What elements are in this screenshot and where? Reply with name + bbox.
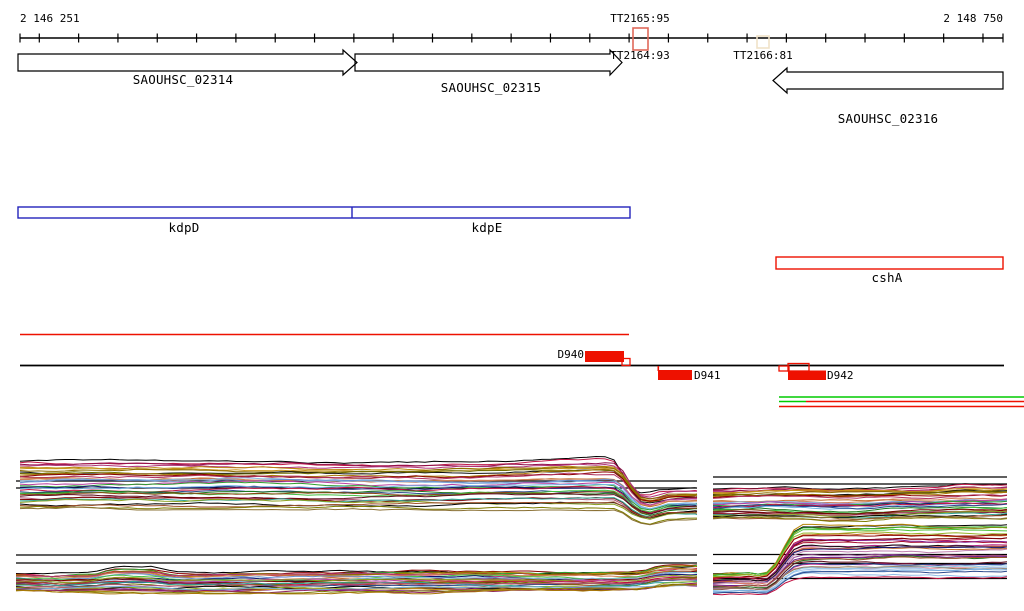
tss-marker-TT2165[interactable] bbox=[632, 27, 649, 51]
genome-browser-window: 2 146 251 TT2165:95 2 148 750 TT2164:93 TT21… bbox=[0, 0, 1024, 611]
d940-box[interactable] bbox=[585, 351, 624, 362]
expression-profile-trace bbox=[19, 496, 698, 519]
genome-view-canvas bbox=[15, 27, 1024, 596]
expression-profile-trace bbox=[19, 506, 698, 526]
profile-band-top-right bbox=[712, 483, 1008, 523]
gene-arrow-SAOUHSC_02315[interactable] bbox=[354, 48, 623, 77]
kdp-operon-box[interactable] bbox=[17, 206, 631, 219]
d942-box[interactable] bbox=[788, 370, 826, 381]
profile-band-bottom-right bbox=[712, 523, 1008, 596]
gene-arrow-SAOUHSC_02316[interactable] bbox=[772, 66, 1004, 95]
d941-box[interactable] bbox=[658, 370, 692, 380]
cshA-box[interactable] bbox=[775, 256, 1004, 270]
profile-band-top-left bbox=[19, 455, 698, 526]
gene-arrow-SAOUHSC_02314[interactable] bbox=[17, 48, 358, 77]
profile-band-bottom-left bbox=[15, 564, 698, 595]
